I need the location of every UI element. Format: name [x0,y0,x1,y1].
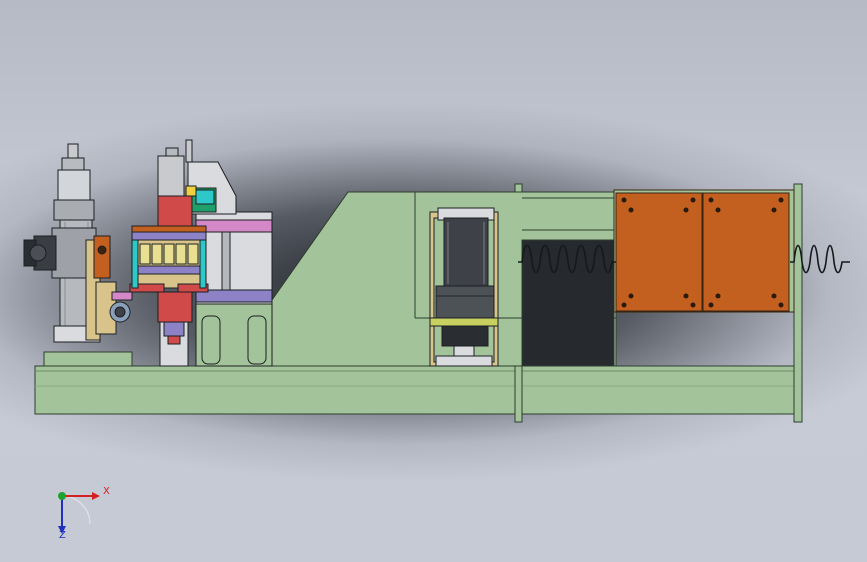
rollers [139,243,199,265]
red-block-lower [157,291,193,323]
red-block-upper [157,195,193,231]
cad-viewport[interactable]: X Z [0,0,867,562]
machine-assembly-drawing [23,139,850,534]
orange-knob-block [93,235,111,279]
base-beam [34,365,798,415]
support-slots [195,303,273,367]
axis-triad [58,492,100,534]
magenta-band [195,219,273,233]
y-axis-dot [58,492,66,500]
motor-coupling [441,325,489,347]
orange-cover-panels [613,189,795,313]
left-column-assembly [23,143,133,343]
axis-z-label: Z [59,530,66,541]
right-end-post [793,183,803,423]
left-base-plate [43,351,133,367]
gearbox [435,285,495,321]
column-cap [67,143,79,159]
center-motor-assembly [429,207,499,367]
upper-cylinder [57,169,91,201]
motor-base-block [435,355,493,367]
motor-body [443,217,489,287]
axis-x-label: X [103,486,110,497]
